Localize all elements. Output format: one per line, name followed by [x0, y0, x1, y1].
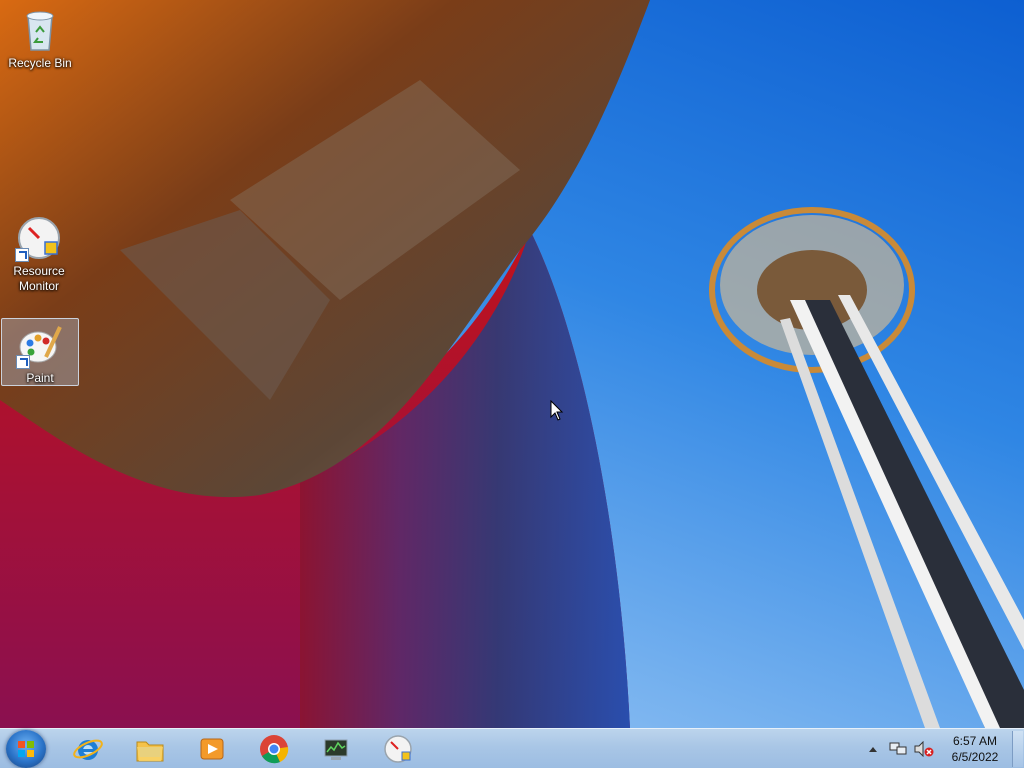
clock-time: 6:57 AM: [952, 734, 998, 748]
taskbar-resource-monitor[interactable]: [378, 731, 418, 767]
folder-icon: [136, 741, 164, 762]
task-manager-icon: [324, 739, 348, 760]
show-hidden-icons-chevron-icon[interactable]: [868, 745, 878, 753]
shortcut-arrow-icon: [16, 355, 30, 369]
desktop-icon-recycle-bin[interactable]: Recycle Bin: [2, 6, 78, 71]
taskbar-media-player[interactable]: [192, 731, 232, 767]
show-desktop-button[interactable]: [1012, 731, 1023, 767]
mouse-cursor-icon: [550, 400, 564, 421]
network-icon[interactable]: [889, 741, 907, 757]
desktop-icon-resource-monitor[interactable]: Resource Monitor: [1, 214, 77, 294]
start-button[interactable]: [6, 730, 46, 768]
desktop-icon-label: Resource Monitor: [13, 264, 65, 293]
taskbar-windows-explorer[interactable]: [130, 731, 170, 767]
clock-date: 6/5/2022: [951, 750, 999, 764]
windows-logo-icon: [18, 741, 34, 757]
volume-muted-icon[interactable]: [914, 741, 934, 757]
desktop-wallpaper: [0, 0, 1024, 728]
resource-monitor-icon: [384, 735, 412, 763]
resource-monitor-icon: [15, 214, 63, 262]
internet-explorer-icon: [73, 739, 103, 760]
desktop-icon-paint[interactable]: Paint: [1, 318, 79, 386]
paint-icon: [16, 321, 64, 369]
system-clock[interactable]: 6:57 AM 6/5/2022: [940, 733, 1010, 765]
taskbar-internet-explorer[interactable]: [68, 731, 108, 767]
recycle-bin-icon: [16, 6, 64, 54]
taskbar-chrome[interactable]: [254, 731, 294, 767]
chrome-icon: [260, 735, 289, 764]
wallpaper-art: [0, 0, 1024, 728]
shortcut-arrow-icon: [15, 248, 29, 262]
media-player-icon: [200, 738, 224, 760]
desktop-icon-label: Paint: [26, 371, 54, 385]
taskbar: 6:57 AM 6/5/2022: [0, 728, 1024, 768]
desktop-icon-label: Recycle Bin: [8, 56, 72, 70]
taskbar-task-manager[interactable]: [316, 731, 356, 767]
